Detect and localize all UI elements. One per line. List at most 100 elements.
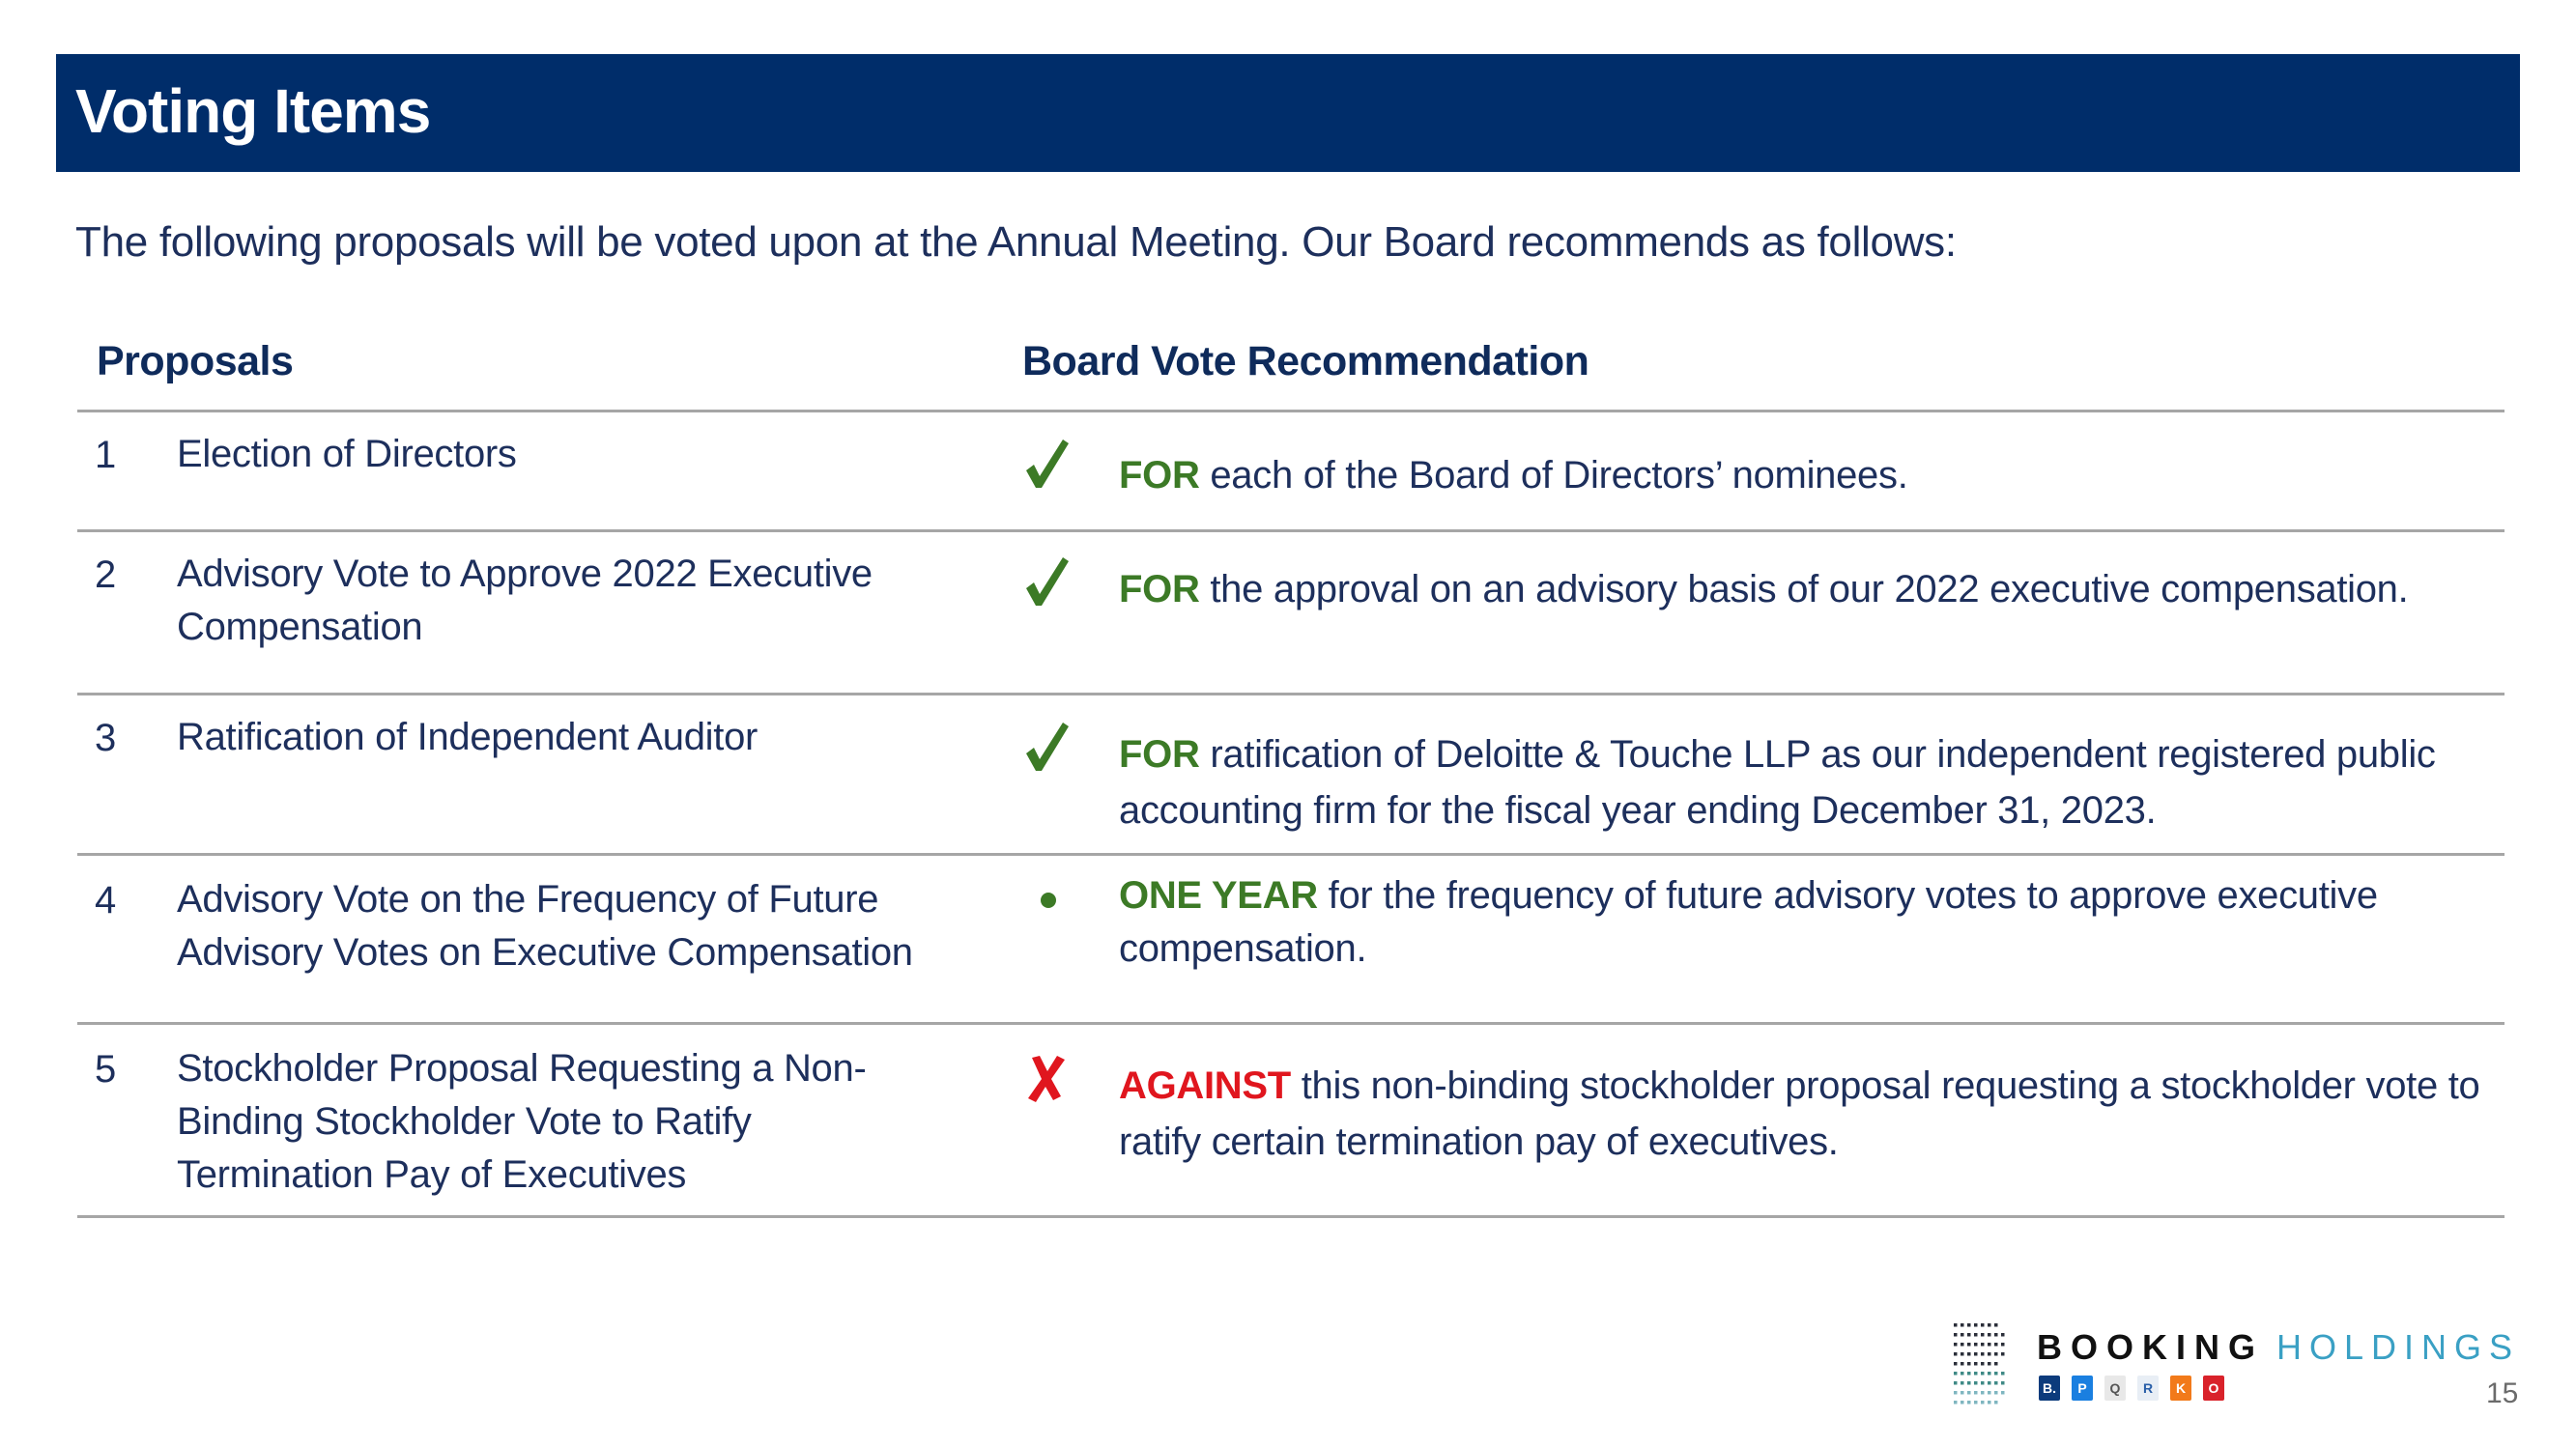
recommendation-text: FOR each of the Board of Directors’ nomi… [1119, 447, 2491, 503]
logo-dot [1954, 1343, 1958, 1347]
logo-dot [1981, 1401, 1985, 1404]
logo-dot [1974, 1333, 1978, 1337]
logo-dot [1981, 1323, 1985, 1327]
booking-holdings-logo: BOOKING HOLDINGS B. P Q R K O [1952, 1321, 2532, 1418]
table-row: 2 Advisory Vote to Approve 2022 Executiv… [77, 532, 2504, 693]
logo-dot [1981, 1352, 1985, 1356]
logo-dot [1974, 1362, 1978, 1366]
logo-dot [1994, 1343, 1998, 1347]
logo-dot [1967, 1391, 1971, 1395]
logo-dot [1967, 1401, 1971, 1404]
logo-dot [1988, 1381, 1991, 1385]
logo-dot [2001, 1391, 2005, 1395]
logo-dot [1981, 1391, 1985, 1395]
logo-dot [1961, 1333, 1964, 1337]
column-header-recommendation: Board Vote Recommendation [1022, 338, 1589, 384]
row-divider [77, 1215, 2504, 1218]
logo-dot [1994, 1391, 1998, 1395]
logo-dot [1961, 1323, 1964, 1327]
bullet-dot-icon [1022, 871, 1071, 929]
proposal-number: 5 [95, 1048, 117, 1091]
logo-dot [1994, 1333, 1998, 1337]
proposal-title: Election of Directors [177, 433, 517, 475]
recommendation-detail: each of the Board of Directors’ nominees… [1199, 454, 1908, 497]
proposal-number: 1 [95, 434, 117, 476]
logo-dot [1967, 1381, 1971, 1385]
page-title: Voting Items [75, 76, 431, 146]
brand-agoda-icon: Q [2104, 1376, 2126, 1401]
logo-dot [1988, 1362, 1991, 1366]
recommendation-keyword: FOR [1119, 733, 1200, 776]
logo-dot [1974, 1372, 1978, 1376]
proposal-title: Ratification of Independent Auditor [177, 716, 758, 758]
logo-dot [1961, 1372, 1964, 1376]
dot-grid-icon [1954, 1323, 2005, 1404]
logo-dot [1974, 1323, 1978, 1327]
logo-dot [1988, 1333, 1991, 1337]
logo-dot [1981, 1362, 1985, 1366]
logo-dot [2001, 1372, 2005, 1376]
intro-text: The following proposals will be voted up… [75, 218, 1957, 266]
logo-word-booking: BOOKING [2037, 1327, 2265, 1367]
logo-dot [1967, 1333, 1971, 1337]
brand-opentable-icon: O [2203, 1376, 2224, 1401]
logo-dot [1954, 1362, 1958, 1366]
logo-dot [1981, 1381, 1985, 1385]
proposal-number: 2 [95, 553, 117, 596]
logo-dot [1994, 1362, 1998, 1366]
recommendation-keyword: FOR [1119, 568, 1200, 610]
logo-dot [1967, 1323, 1971, 1327]
proposal-title: Advisory Vote on the Frequency of Future… [177, 878, 913, 974]
logo-dot [1967, 1362, 1971, 1366]
page-number: 15 [2486, 1377, 2519, 1409]
logo-dot [1988, 1401, 1991, 1404]
logo-dot [1954, 1372, 1958, 1376]
logo-dot [1961, 1391, 1964, 1395]
recommendation-keyword: ONE YEAR [1119, 874, 1318, 917]
logo-dot [1988, 1372, 1991, 1376]
logo-dot [1981, 1372, 1985, 1376]
logo-dot [1974, 1381, 1978, 1385]
brand-kayak-icon: K [2170, 1376, 2191, 1401]
logo-dot [1961, 1343, 1964, 1347]
title-bar: Voting Items [56, 54, 2520, 172]
proposal-title: Stockholder Proposal Requesting a Non-Bi… [177, 1047, 867, 1196]
logo-dot [1974, 1401, 1978, 1404]
logo-dot [1961, 1381, 1964, 1385]
logo-dot [2001, 1343, 2005, 1347]
logo-dot [1954, 1333, 1958, 1337]
logo-dot [1988, 1391, 1991, 1395]
logo-dot [1954, 1381, 1958, 1385]
logo-dot [1974, 1343, 1978, 1347]
cross-x-icon [1022, 1054, 1071, 1112]
logo-dot [1994, 1352, 1998, 1356]
logo-dot [1954, 1323, 1958, 1327]
logo-dot [1981, 1333, 1985, 1337]
logo-dot [1961, 1352, 1964, 1356]
proposal-number: 3 [95, 717, 117, 759]
recommendation-text: ONE YEAR for the frequency of future adv… [1119, 869, 2491, 976]
logo-dot [1988, 1323, 1991, 1327]
column-header-proposals: Proposals [97, 338, 294, 384]
brand-rentalcars-icon: R [2137, 1376, 2159, 1401]
logo-dot [1994, 1372, 1998, 1376]
logo-dot [1967, 1372, 1971, 1376]
logo-dot [1974, 1391, 1978, 1395]
logo-dot [1988, 1343, 1991, 1347]
logo-dot [1994, 1323, 1998, 1327]
recommendation-detail: the approval on an advisory basis of our… [1199, 568, 2409, 610]
logo-dot [1974, 1352, 1978, 1356]
table-row: 5 Stockholder Proposal Requesting a Non-… [77, 1025, 2504, 1215]
logo-dot [1954, 1391, 1958, 1395]
logo-dot [1967, 1343, 1971, 1347]
brand-booking-icon: B. [2039, 1376, 2060, 1401]
checkmark-icon [1022, 553, 1071, 611]
logo-dot [1961, 1401, 1964, 1404]
recommendation-text: FOR the approval on an advisory basis of… [1119, 561, 2491, 617]
table-row: 3 Ratification of Independent Auditor FO… [77, 695, 2504, 853]
proposal-number: 4 [95, 879, 117, 922]
logo-dot [1988, 1352, 1991, 1356]
recommendation-detail: ratification of Deloitte & Touche LLP as… [1119, 733, 2436, 832]
logo-dot [1994, 1381, 1998, 1385]
checkmark-icon [1022, 436, 1071, 494]
